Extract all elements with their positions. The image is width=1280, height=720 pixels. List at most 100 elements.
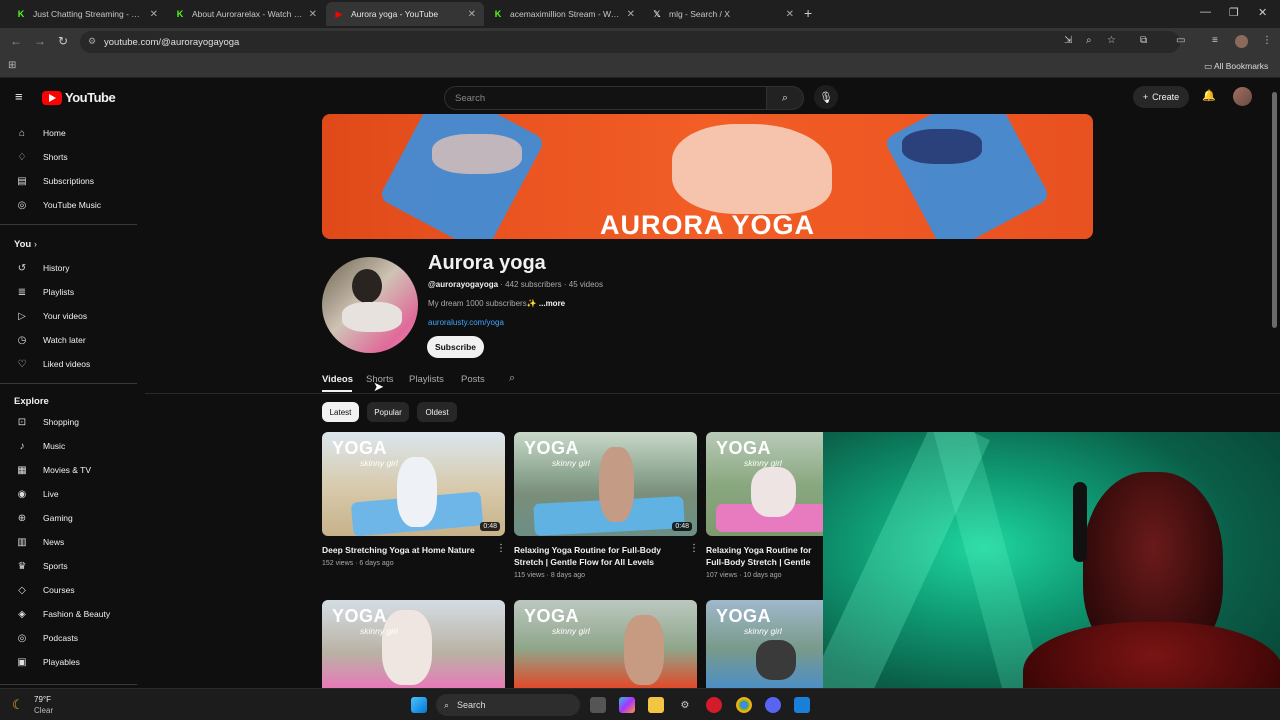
search-input[interactable]: Search bbox=[444, 86, 767, 110]
settings-gear-icon[interactable]: ⚙ bbox=[677, 697, 693, 713]
search-button[interactable]: ⌕ bbox=[766, 86, 804, 110]
copilot-icon[interactable] bbox=[619, 697, 635, 713]
video-thumbnail[interactable]: YOGA skinny girl bbox=[514, 600, 697, 688]
account-avatar[interactable] bbox=[1233, 87, 1252, 106]
tab-videos[interactable]: Videos bbox=[322, 374, 353, 385]
sidebar-item[interactable]: ⊡ Shopping bbox=[0, 411, 137, 433]
browser-tab[interactable]: Kacemaximillion Stream - Watch ✕ bbox=[485, 2, 643, 26]
windows-start-icon[interactable] bbox=[411, 697, 427, 713]
media-icon[interactable]: ≡ bbox=[1212, 35, 1218, 46]
close-tab-icon[interactable]: ✕ bbox=[150, 9, 158, 20]
browser-tab[interactable]: K Just Chatting Streaming - Live ✕ bbox=[8, 2, 166, 26]
video-options-icon[interactable]: ⋮ bbox=[496, 543, 506, 554]
sidebar-item[interactable]: ≣ Playlists bbox=[0, 281, 137, 303]
bookmark-star-icon[interactable]: ☆ bbox=[1107, 35, 1116, 46]
task-view-icon[interactable] bbox=[590, 697, 606, 713]
close-tab-icon[interactable]: ✕ bbox=[468, 9, 476, 20]
mouse-cursor-icon: ➤ bbox=[373, 379, 384, 394]
create-button[interactable]: + Create bbox=[1133, 86, 1189, 108]
close-window-button[interactable]: ✕ bbox=[1258, 6, 1267, 19]
address-bar[interactable]: ⚙ youtube.com/@aurorayogayoga bbox=[80, 31, 1180, 53]
video-thumbnail[interactable]: YOGA skinny girl 0:48 bbox=[514, 432, 697, 536]
video-options-icon[interactable]: ⋮ bbox=[689, 543, 699, 554]
sidebar-item[interactable]: ▥ News bbox=[0, 531, 137, 553]
tab-playlists[interactable]: Playlists bbox=[409, 374, 444, 385]
sidebar-item[interactable]: ♪ Music bbox=[0, 435, 137, 457]
chip-oldest[interactable]: Oldest bbox=[417, 402, 457, 422]
video-title[interactable]: Relaxing Yoga Routine for Full-Body Stre… bbox=[514, 544, 686, 568]
sidebar-item[interactable]: ◉ Live bbox=[0, 483, 137, 505]
hamburger-menu-icon[interactable]: ≡ bbox=[15, 89, 23, 104]
sidebar-item[interactable]: ▷ Your videos bbox=[0, 305, 137, 327]
sidebar-item[interactable]: ◎ YouTube Music bbox=[0, 194, 137, 216]
reload-button[interactable]: ↻ bbox=[58, 34, 68, 48]
minimize-button[interactable]: — bbox=[1200, 6, 1211, 18]
sidebar-item[interactable]: ⊕ Gaming bbox=[0, 507, 137, 529]
close-tab-icon[interactable]: ✕ bbox=[627, 9, 635, 20]
sidebar-item-label: Liked videos bbox=[43, 359, 91, 369]
tab-posts[interactable]: Posts bbox=[461, 374, 485, 385]
taskbar-search[interactable]: ⌕ Search bbox=[436, 694, 580, 716]
subscribe-button[interactable]: Subscribe bbox=[427, 336, 484, 358]
browser-tab[interactable]: K About Aurorarelax - Watch Live ✕ bbox=[167, 2, 325, 26]
more-link[interactable]: ...more bbox=[537, 299, 565, 308]
sidepanel-icon[interactable]: ▭ bbox=[1176, 35, 1185, 46]
extensions-icon[interactable]: ⧉ bbox=[1140, 35, 1147, 46]
channel-link[interactable]: auroralusty.com/yoga bbox=[428, 318, 504, 327]
sidebar-item[interactable]: ◇ Courses bbox=[0, 579, 137, 601]
back-button[interactable]: ← bbox=[10, 34, 22, 48]
sidebar-item[interactable]: ↺ History bbox=[0, 257, 137, 279]
video-thumbnail[interactable]: YOGA skinny girl bbox=[322, 600, 505, 688]
sidebar-item[interactable]: ♛ Sports bbox=[0, 555, 137, 577]
video-title[interactable]: Deep Stretching Yoga at Home Nature bbox=[322, 544, 492, 556]
discord-icon[interactable] bbox=[765, 697, 781, 713]
channel-banner: AURORA YOGA bbox=[322, 114, 1093, 239]
close-tab-icon[interactable]: ✕ bbox=[309, 9, 317, 20]
all-bookmarks-button[interactable]: ▭ All Bookmarks bbox=[1204, 61, 1268, 72]
sidebar-item[interactable]: ▣ Playables bbox=[0, 651, 137, 673]
sidebar-item[interactable]: ▦ Movies & TV bbox=[0, 459, 137, 481]
youtube-logo[interactable]: YouTube bbox=[42, 90, 116, 105]
channel-avatar[interactable] bbox=[322, 257, 418, 353]
voice-search-button[interactable]: 🎙 bbox=[814, 85, 838, 109]
record-app-icon[interactable] bbox=[706, 697, 722, 713]
sidebar-section-you[interactable]: You › bbox=[14, 239, 37, 250]
channel-description[interactable]: My dream 1000 subscribers✨ ...more bbox=[428, 299, 565, 308]
apps-grid-icon[interactable]: ⊞ bbox=[8, 60, 16, 71]
sidebar-item[interactable]: ▤ Subscriptions bbox=[0, 170, 137, 192]
notifications-bell-icon[interactable]: 🔔 bbox=[1202, 89, 1216, 102]
menu-icon[interactable]: ⋮ bbox=[1262, 35, 1272, 46]
video-thumbnail[interactable]: YOGA skinny girl 0:48 bbox=[322, 432, 505, 536]
sidebar-item[interactable]: ◷ Watch later bbox=[0, 329, 137, 351]
favicon-icon: K bbox=[176, 9, 184, 19]
chip-latest[interactable]: Latest bbox=[322, 402, 359, 422]
install-icon[interactable]: ⇲ bbox=[1064, 35, 1072, 46]
page-scrollbar[interactable] bbox=[1272, 92, 1277, 328]
app-icon[interactable] bbox=[794, 697, 810, 713]
sidebar-item[interactable]: ◈ Fashion & Beauty bbox=[0, 603, 137, 625]
video-thumbnail[interactable]: YOGA skinny girl bbox=[706, 432, 823, 536]
maximize-button[interactable]: ❐ bbox=[1229, 6, 1239, 19]
zoom-icon[interactable]: ⌕ bbox=[1086, 35, 1092, 46]
video-thumbnail[interactable]: YOGA skinny girl bbox=[706, 600, 823, 688]
sidebar-item-label: Subscriptions bbox=[43, 176, 95, 186]
file-explorer-icon[interactable] bbox=[648, 697, 664, 713]
video-title[interactable]: Relaxing Yoga Routine for Full-Body Stre… bbox=[706, 544, 823, 568]
channel-search-icon[interactable]: ⌕ bbox=[509, 372, 515, 385]
new-tab-button[interactable]: + bbox=[804, 5, 812, 21]
site-info-icon[interactable]: ⚙ bbox=[88, 36, 96, 47]
sidebar-item[interactable]: ◎ Podcasts bbox=[0, 627, 137, 649]
chip-popular[interactable]: Popular bbox=[367, 402, 409, 422]
chrome-icon[interactable] bbox=[736, 697, 752, 713]
close-tab-icon[interactable]: ✕ bbox=[786, 9, 794, 20]
fashion-icon: ◈ bbox=[18, 608, 26, 620]
sidebar-item[interactable]: ♡ Liked videos bbox=[0, 353, 137, 375]
browser-tab[interactable]: 𝕏mlg - Search / X ✕ bbox=[644, 2, 802, 26]
profile-avatar[interactable] bbox=[1235, 35, 1248, 48]
sidebar-item[interactable]: ⌂ Home bbox=[0, 122, 137, 144]
browser-tab[interactable]: ▶ Aurora yoga - YouTube ✕ bbox=[326, 2, 484, 26]
forward-button[interactable]: → bbox=[34, 34, 46, 48]
sidebar-item[interactable]: ♢ Shorts bbox=[0, 146, 137, 168]
tab-title: acemaximillion Stream - Watch bbox=[510, 9, 621, 19]
duration-badge: 0:48 bbox=[672, 522, 692, 531]
